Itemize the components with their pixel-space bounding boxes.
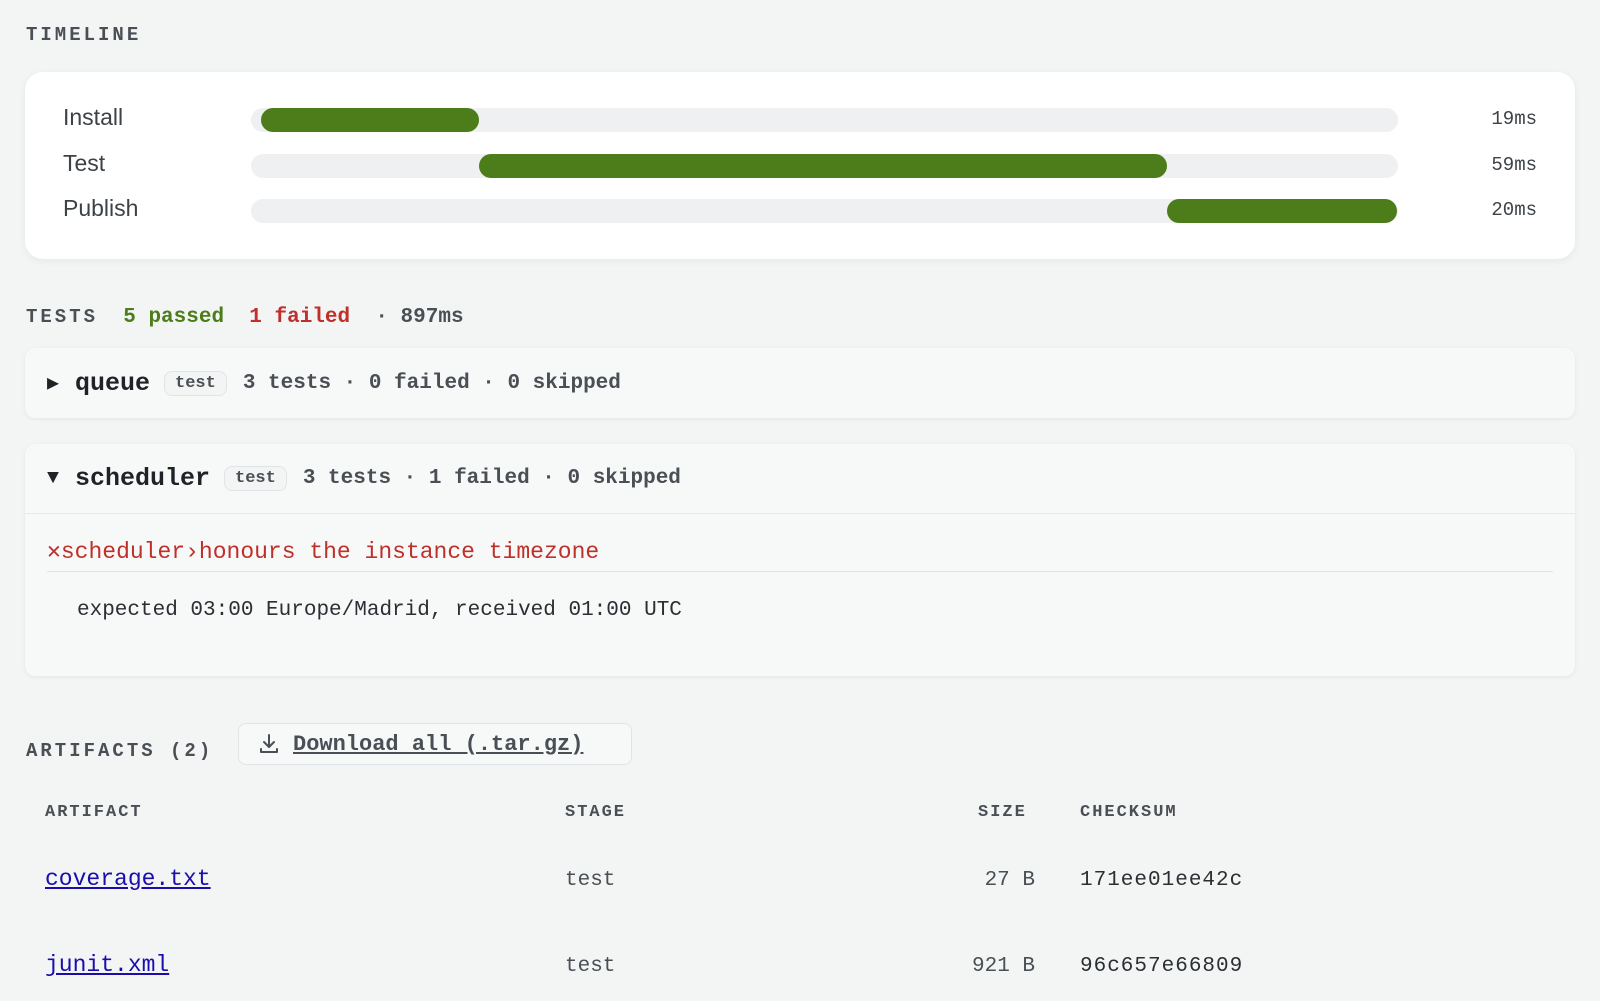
timeline-row-install: Install 19ms	[25, 102, 1575, 132]
timeline-track	[251, 108, 1398, 132]
breadcrumb-arrow-icon: ›	[185, 538, 199, 565]
collapse-caret-icon[interactable]: ▼	[47, 467, 75, 490]
column-header-artifact: ARTIFACT	[45, 803, 143, 822]
column-header-size: SIZE	[978, 803, 1027, 822]
suite-stats: 3 tests · 1 failed · 0 skipped	[302, 467, 681, 490]
tests-summary: TESTS 5 passed 1 failed · 897ms	[26, 306, 464, 329]
artifacts-heading: ARTIFACTS (2)	[26, 740, 213, 762]
timeline-row-publish: Publish 20ms	[25, 193, 1575, 223]
failed-test-row[interactable]: ✕ scheduler › honours the instance timez…	[47, 532, 1553, 572]
artifacts-label: ARTIFACTS	[26, 740, 156, 762]
failed-suite-name: scheduler	[60, 538, 186, 565]
suite-name: scheduler	[75, 464, 211, 493]
artifact-checksum: 171ee01ee42c	[1080, 869, 1244, 892]
artifact-stage: test	[565, 869, 616, 892]
artifact-size: 27 B	[984, 869, 1035, 892]
artifact-link[interactable]: coverage.txt	[45, 866, 211, 892]
timeline-bar	[1167, 199, 1397, 223]
fail-x-icon: ✕	[47, 539, 61, 565]
column-header-stage: STAGE	[565, 803, 627, 822]
timeline-bar	[261, 108, 479, 132]
artifact-stage: test	[565, 955, 616, 978]
timeline-stage-name: Publish	[63, 195, 139, 221]
stage-badge: test	[164, 370, 227, 396]
timeline-bar	[478, 154, 1168, 178]
suite-scheduler[interactable]: ▼ scheduler test 3 tests · 1 failed · 0 …	[25, 444, 1575, 676]
suite-header[interactable]: ▼ scheduler test 3 tests · 1 failed · 0 …	[25, 444, 1575, 514]
timeline-stage-name: Install	[63, 104, 124, 130]
tests-duration: 897ms	[400, 306, 464, 329]
expand-caret-icon[interactable]: ▶	[47, 370, 75, 396]
timeline-stage-name: Test	[63, 150, 106, 176]
timeline-track	[251, 154, 1398, 178]
column-header-checksum: CHECKSUM	[1080, 803, 1178, 822]
stage-badge: test	[224, 466, 287, 491]
timeline-duration: 20ms	[1491, 199, 1537, 221]
timeline-row-test: Test 59ms	[25, 148, 1575, 178]
artifact-checksum: 96c657e66809	[1080, 955, 1244, 978]
download-icon	[260, 734, 278, 753]
suite-stats: 3 tests · 0 failed · 0 skipped	[242, 371, 621, 395]
failure-message: expected 03:00 Europe/Madrid, received 0…	[77, 599, 682, 622]
suite-name: queue	[75, 368, 151, 398]
suite-queue[interactable]: ▶ queue test 3 tests · 0 failed · 0 skip…	[25, 348, 1575, 418]
artifact-size: 921 B	[971, 955, 1035, 978]
timeline-duration: 19ms	[1491, 108, 1537, 130]
artifact-link[interactable]: junit.xml	[45, 952, 169, 978]
timeline-track	[251, 199, 1398, 223]
tests-heading: TESTS	[26, 306, 99, 328]
failed-count: 1 failed	[249, 306, 351, 329]
download-all-button[interactable]: Download all (.tar.gz)	[238, 723, 632, 765]
separator-dot: ·	[375, 306, 388, 329]
suite-header[interactable]: ▶ queue test 3 tests · 0 failed · 0 skip…	[25, 348, 1575, 418]
artifacts-count: (2)	[170, 740, 214, 762]
passed-count: 5 passed	[123, 306, 225, 329]
failed-test-name: honours the instance timezone	[198, 538, 600, 565]
download-all-label: Download all (.tar.gz)	[293, 731, 584, 757]
timeline-duration: 59ms	[1491, 154, 1537, 176]
timeline-heading: TIMELINE	[26, 24, 142, 46]
timeline-card: Install 19ms Test 59ms Publish 20ms	[25, 72, 1575, 259]
